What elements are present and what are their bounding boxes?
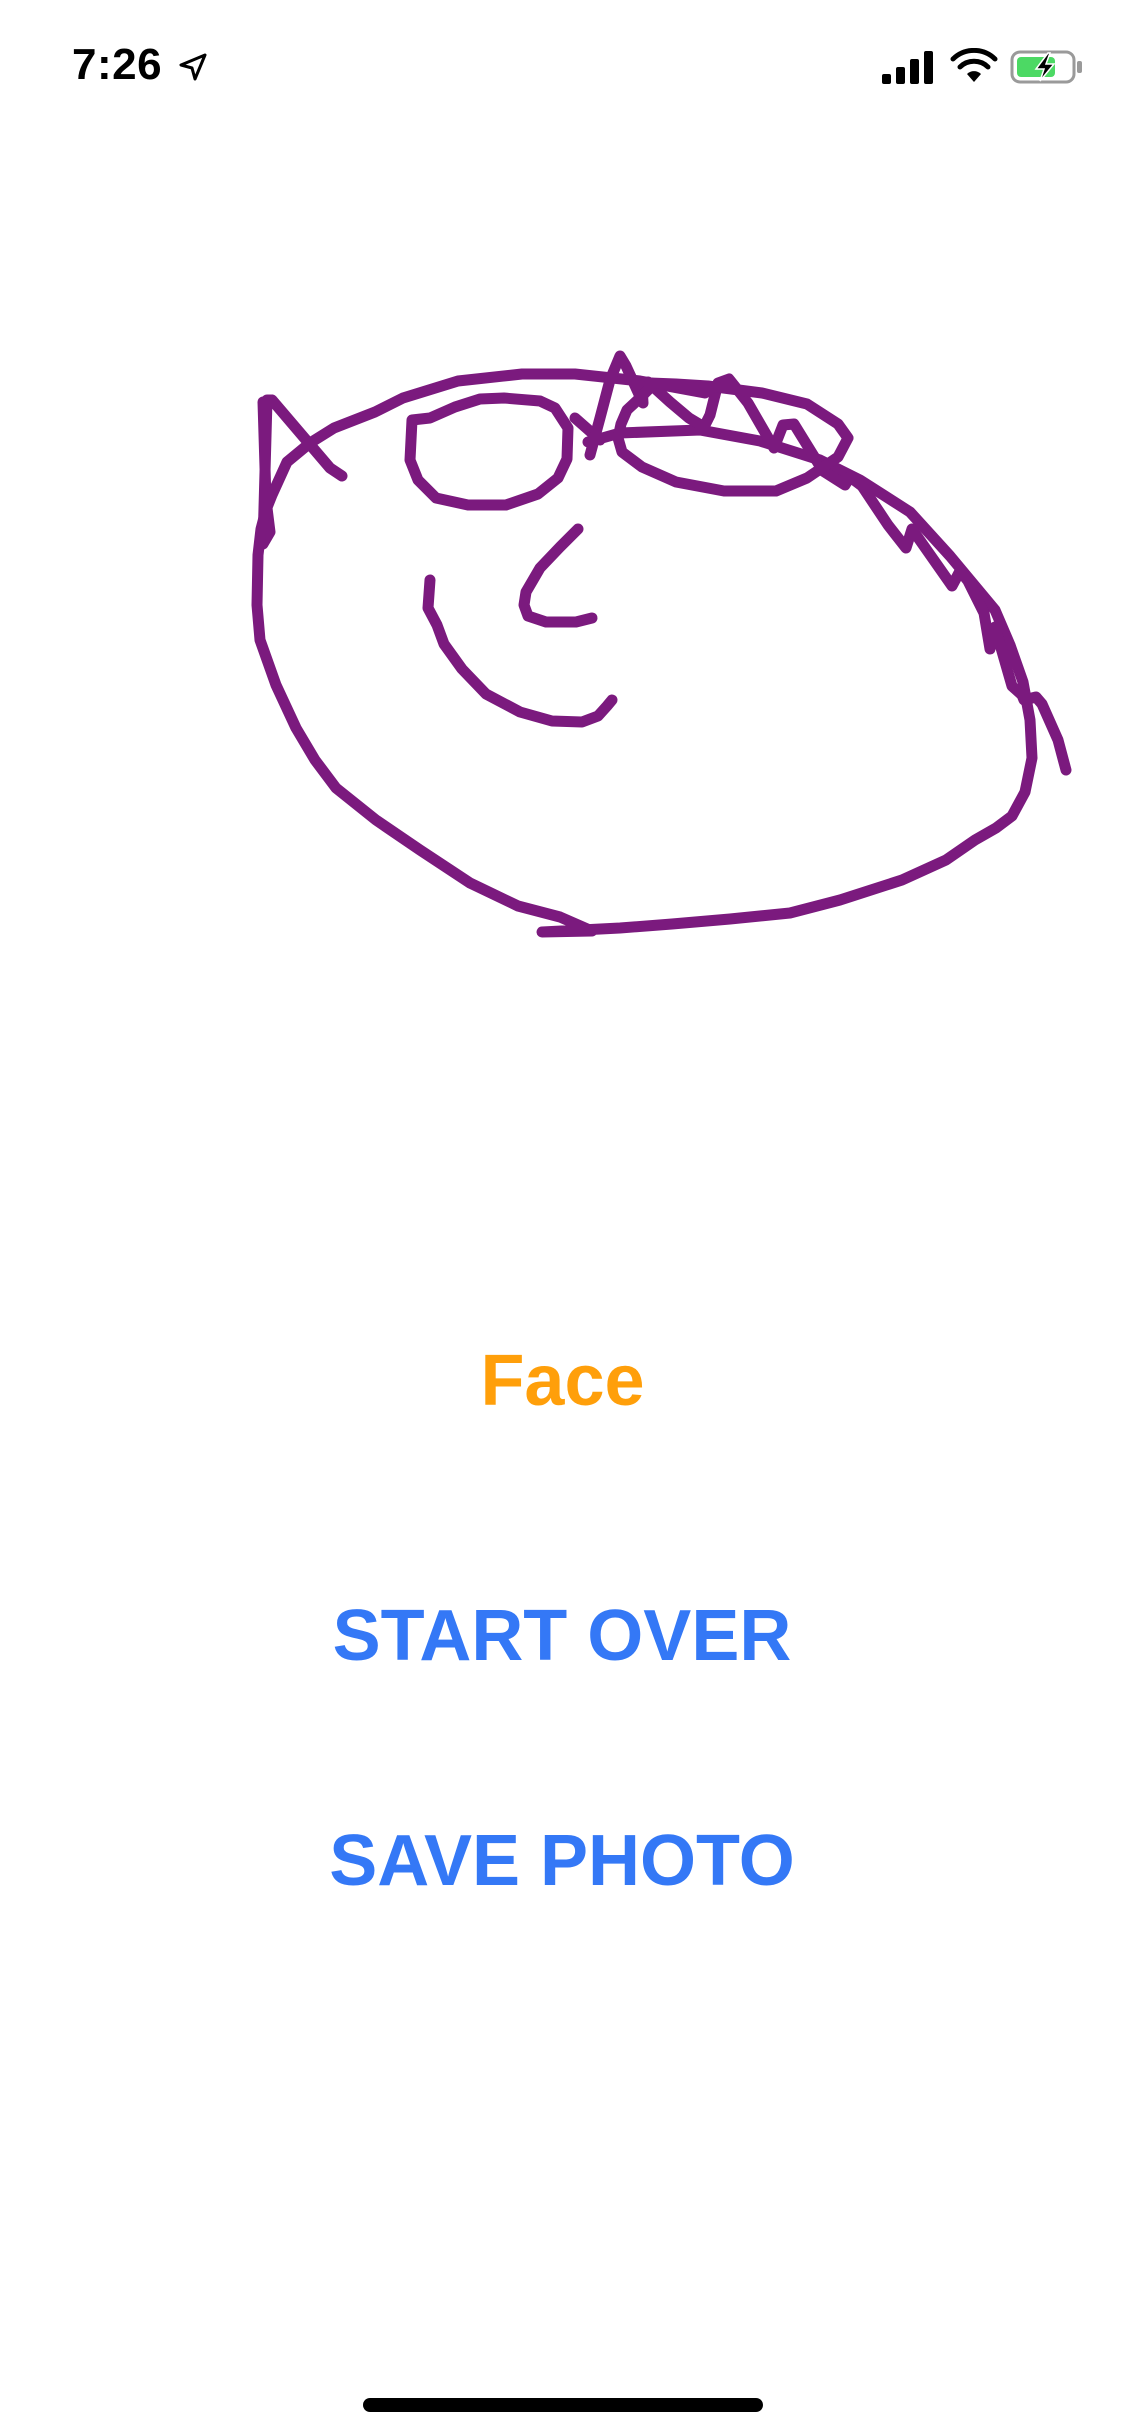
save-photo-button[interactable]: SAVE PHOTO: [262, 1825, 862, 1897]
sketch-stroke-left-eye: [404, 392, 574, 511]
location-arrow-icon: [179, 53, 207, 81]
sketch-stroke-left-ear: [257, 394, 348, 550]
status-time: 7:26: [72, 40, 163, 89]
sketch-stroke-nose: [518, 523, 598, 628]
drawing-canvas[interactable]: [0, 300, 1125, 1160]
status-bar: 7:26: [0, 0, 1125, 132]
start-over-button[interactable]: START OVER: [262, 1600, 862, 1672]
face-sketch: [251, 350, 1072, 938]
sketch-stroke-head-outline: [251, 368, 1038, 938]
wifi-icon: [950, 48, 998, 82]
home-indicator[interactable]: [363, 2398, 763, 2412]
prediction-label: Face: [480, 1341, 645, 1421]
cellular-signal-icon: [882, 51, 933, 84]
battery-charging-icon: [1010, 50, 1082, 84]
